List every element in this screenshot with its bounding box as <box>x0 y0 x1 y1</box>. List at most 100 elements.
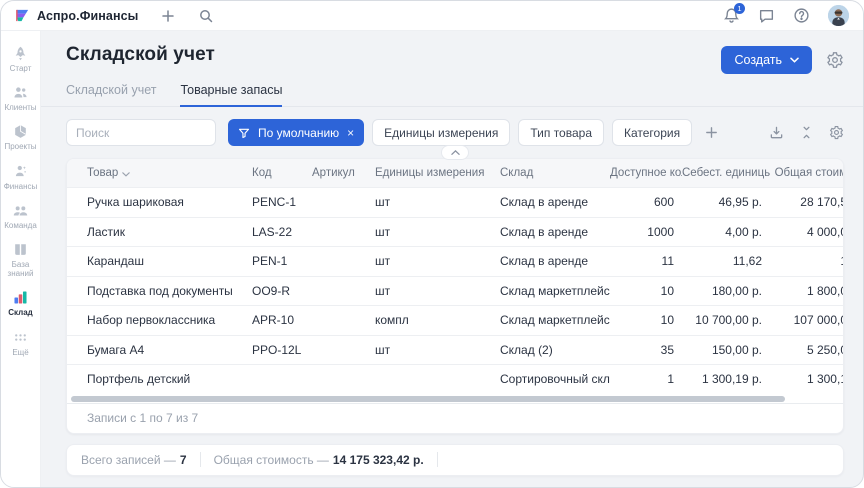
create-button[interactable]: Создать <box>721 46 812 74</box>
page-title: Складской учет <box>66 44 215 66</box>
chevron-up-icon <box>451 148 460 157</box>
page-header: Складской учет Создать <box>66 44 844 74</box>
table-cell: Карандаш <box>87 254 252 268</box>
column-header[interactable]: Доступное кол-во <box>610 167 682 179</box>
table-cell: 1 800,0 <box>770 284 844 298</box>
tab-warehouse-accounting[interactable]: Складской учет <box>66 83 156 106</box>
table-cell: LAS-22 <box>252 225 312 239</box>
create-button-label: Создать <box>734 53 782 67</box>
table-cell: 1 <box>610 372 682 386</box>
more-grid-icon <box>12 329 29 346</box>
tabs-bar: Складской учет Товарные запасы <box>41 83 863 107</box>
rocket-icon <box>12 45 29 62</box>
table-row[interactable]: ЛастикLAS-22штСклад в аренде10004,00 р.4… <box>67 217 843 247</box>
sidebar-item-clients[interactable]: Клиенты <box>1 84 41 112</box>
notification-badge: 1 <box>734 3 745 14</box>
inventory-table-card: ТоварКодАртикулЕдиницы измеренияСкладДос… <box>66 158 844 434</box>
clear-filter-icon[interactable]: × <box>347 126 354 140</box>
sidebar-item-more-grid[interactable]: Ещё <box>1 329 41 357</box>
sidebar-item-label: Проекты <box>1 142 41 151</box>
sidebar-item-projects[interactable]: Проекты <box>1 123 41 151</box>
table-cell: 11,62 <box>682 254 770 268</box>
table-cell: 1 <box>770 254 844 268</box>
filter-button[interactable]: Единицы измерения <box>372 119 510 146</box>
download-icon[interactable] <box>769 125 784 140</box>
table-cell: шт <box>375 254 500 268</box>
table-cell: PPO-12L <box>252 343 312 357</box>
table-row[interactable]: Ручка шариковаяPENC-1штСклад в аренде600… <box>67 187 843 217</box>
sidebar-nav: Старт Клиенты Проекты Финансы Команда База зн… <box>1 31 41 487</box>
collapse-icon[interactable] <box>799 125 814 140</box>
column-header[interactable]: Товар <box>87 167 252 179</box>
table-cell: 107 000,0 <box>770 313 844 327</box>
table-cell: Ластик <box>87 225 252 239</box>
table-row[interactable]: Портфель детскийСортировочный скла11 300… <box>67 364 843 394</box>
column-header[interactable]: Код <box>252 167 312 179</box>
table-cell: 180,00 р. <box>682 284 770 298</box>
sidebar-item-label: Склад <box>1 308 41 317</box>
table-cell: Склад в аренде <box>500 195 610 209</box>
total-cost-group: Общая стоимость — 14 175 323,42 р. <box>214 453 424 467</box>
table-cell: 46,95 р. <box>682 195 770 209</box>
column-header[interactable]: Артикул <box>312 167 375 179</box>
topbar-right-cluster: 1 <box>723 5 849 26</box>
column-header[interactable]: Себест. единицы <box>682 167 770 179</box>
column-header[interactable]: Склад <box>500 167 610 179</box>
table-cell: OO9-R <box>252 284 312 298</box>
divider <box>437 452 438 467</box>
table-cell: PENC-1 <box>252 195 312 209</box>
notifications-bell-icon[interactable]: 1 <box>723 7 740 24</box>
app-window: Аспро.Финансы 1 Старт Клиенты Проекты Финан… <box>0 0 864 488</box>
default-filter-chip[interactable]: По умолчанию × <box>228 119 364 146</box>
filter-button[interactable]: Категория <box>612 119 692 146</box>
user-avatar[interactable] <box>828 5 849 26</box>
filter-button[interactable]: Тип товара <box>518 119 604 146</box>
chevron-down-icon <box>790 57 799 63</box>
table-row[interactable]: Подставка под документыOO9-RштСклад марк… <box>67 276 843 306</box>
projects-icon <box>12 123 29 140</box>
table-cell: 4,00 р. <box>682 225 770 239</box>
table-cell: Подставка под документы <box>87 284 252 298</box>
add-icon[interactable] <box>160 8 176 24</box>
summary-footer: Всего записей — 7 Общая стоимость — 14 1… <box>66 444 844 476</box>
table-cell: Склад маркетплейса <box>500 284 610 298</box>
help-icon[interactable] <box>793 7 810 24</box>
sidebar-item-rocket[interactable]: Старт <box>1 45 41 73</box>
sidebar-item-knowledge[interactable]: База знаний <box>1 241 41 278</box>
table-row[interactable]: Бумага А4PPO-12LштСклад (2)35150,00 р.5 … <box>67 335 843 365</box>
sidebar-item-label: Клиенты <box>1 103 41 112</box>
table-cell: APR-10 <box>252 313 312 327</box>
table-row[interactable]: Набор первоклассникаAPR-10комплСклад мар… <box>67 305 843 335</box>
sidebar-item-finances[interactable]: Финансы <box>1 163 41 191</box>
search-icon[interactable] <box>198 8 214 24</box>
collapse-table-pill[interactable] <box>441 145 469 160</box>
table-settings-gear-icon[interactable] <box>829 125 844 140</box>
tab-product-stocks[interactable]: Товарные запасы <box>180 83 282 107</box>
page-settings-gear-icon[interactable] <box>826 51 844 69</box>
divider <box>200 452 201 467</box>
sidebar-item-label: Команда <box>1 221 41 230</box>
warehouse-chart-icon <box>12 289 29 306</box>
table-row[interactable]: КарандашPEN-1штСклад в аренде1111,621 <box>67 246 843 276</box>
table-cell: 11 <box>610 254 682 268</box>
column-header[interactable]: Общая стоим <box>770 167 844 179</box>
column-header[interactable]: Единицы измерения <box>375 167 500 179</box>
table-cell: Сортировочный скла <box>500 372 610 386</box>
table-cell: Ручка шариковая <box>87 195 252 209</box>
sidebar-item-label: Ещё <box>1 348 41 357</box>
scrollbar-thumb[interactable] <box>71 396 785 402</box>
table-cell: 1000 <box>610 225 682 239</box>
sidebar-item-warehouse-chart[interactable]: Склад <box>1 289 41 317</box>
top-bar: Аспро.Финансы 1 <box>1 1 863 31</box>
table-body: Ручка шариковаяPENC-1штСклад в аренде600… <box>67 187 843 394</box>
total-records-value: 7 <box>180 453 187 467</box>
sidebar-item-label: Старт <box>1 64 41 73</box>
search-input[interactable] <box>66 119 216 146</box>
table-cell: 35 <box>610 343 682 357</box>
table-cell: 1 300,19 р. <box>682 372 770 386</box>
sidebar-item-team[interactable]: Команда <box>1 202 41 230</box>
chat-icon[interactable] <box>758 7 775 24</box>
table-cell: Набор первоклассника <box>87 313 252 327</box>
total-records-group: Всего записей — 7 <box>81 453 187 467</box>
add-filter-icon[interactable] <box>704 125 719 140</box>
